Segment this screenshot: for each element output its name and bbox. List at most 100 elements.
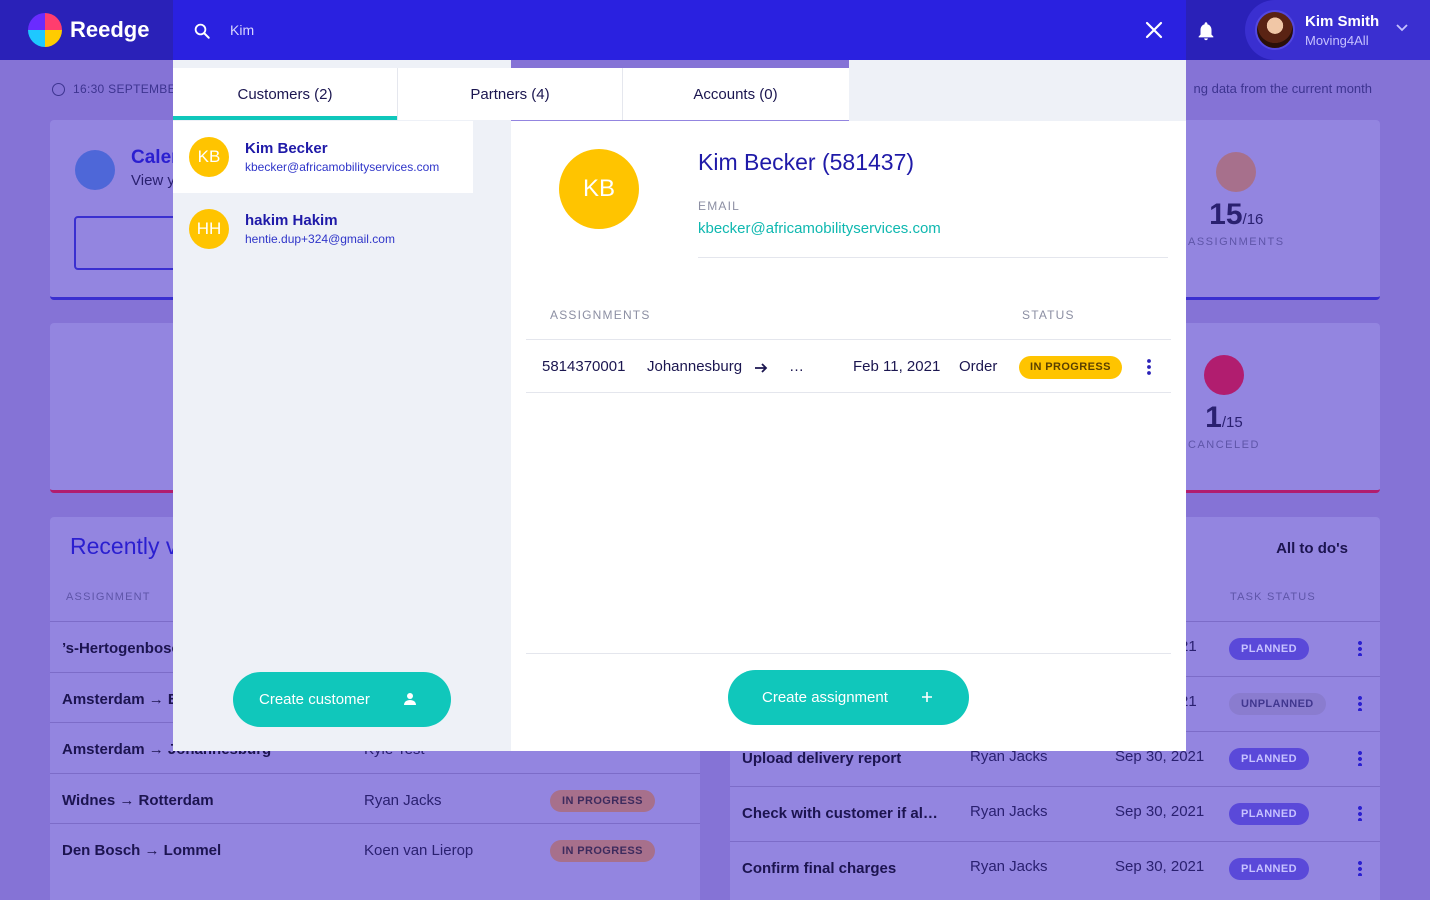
status-badge: PLANNED	[1229, 858, 1309, 880]
calendar-subtitle: View y	[131, 172, 175, 189]
close-icon[interactable]	[1144, 20, 1164, 40]
partner: Ryan Jacks	[364, 792, 442, 809]
task-name: Upload delivery report	[742, 750, 902, 767]
task-name: Check with customer if al…	[742, 805, 938, 822]
email-label: EMAIL	[698, 199, 741, 213]
status-badge: IN PROGRESS	[550, 840, 655, 862]
search-tabs: Customers (2) Partners (4) Accounts (0)	[173, 68, 849, 120]
person-icon	[404, 693, 416, 705]
more-options-icon[interactable]	[1146, 358, 1152, 376]
status-badge: IN PROGRESS	[550, 790, 655, 812]
plus-icon	[922, 692, 932, 702]
tab-partners[interactable]: Partners (4)	[398, 68, 623, 120]
calendar-icon	[75, 150, 115, 190]
search-result-item[interactable]: KB Kim Becker kbecker@africamobilityserv…	[173, 121, 473, 193]
status-badge: PLANNED	[1229, 803, 1309, 825]
stat-assignments-value: 15	[1209, 198, 1243, 231]
due-date: Sep 30, 2021	[1115, 803, 1205, 820]
status-badge: PLANNED	[1229, 638, 1309, 660]
stat-assignments[interactable]: 15/16 ASSIGNMENTS	[1188, 152, 1285, 248]
app-name: Reedge	[70, 17, 150, 42]
detail-customer-name: Kim Becker (581437)	[698, 149, 915, 175]
tab-bar-filler	[849, 60, 1186, 121]
detail-avatar: KB	[559, 149, 639, 229]
clock-icon	[52, 82, 65, 96]
logo-mark-icon	[28, 13, 62, 47]
calendar-title: Caler	[131, 147, 179, 168]
task-owner: Ryan Jacks	[970, 858, 1048, 875]
divider	[526, 339, 1171, 340]
status-badge: IN PROGRESS	[1019, 356, 1122, 379]
divider	[698, 257, 1168, 258]
stat-canceled-total: 15	[1226, 414, 1243, 431]
column-header-assignment: ASSIGNMENT	[66, 591, 151, 603]
detail-email-link[interactable]: kbecker@africamobilityservices.com	[698, 220, 941, 237]
table-row[interactable]: Den Bosch → Lommel Koen van Lierop IN PR…	[50, 823, 700, 878]
user-organization: Moving4All	[1305, 32, 1369, 48]
table-row[interactable]: Widnes → Rotterdam Ryan Jacks IN PROGRES…	[50, 773, 700, 828]
search-icon	[194, 23, 210, 39]
canceled-icon	[1203, 355, 1244, 395]
tab-customers[interactable]: Customers (2)	[173, 68, 398, 120]
assignment-date: Feb 11, 2021	[853, 358, 941, 375]
column-header-task-status: TASK STATUS	[1230, 591, 1316, 603]
user-avatar	[1255, 10, 1295, 50]
due-date: Sep 30, 2021	[1115, 858, 1205, 875]
status-badge: UNPLANNED	[1229, 693, 1326, 715]
customer-avatar: HH	[189, 209, 229, 249]
month-note: ng data from the current month	[1193, 81, 1372, 96]
partner: Koen van Lierop	[364, 842, 474, 859]
task-name: Confirm final charges	[742, 860, 897, 877]
divider	[526, 392, 1171, 393]
create-customer-button[interactable]: Create customer	[233, 672, 451, 727]
chevron-down-icon[interactable]	[1396, 24, 1408, 32]
timestamp-text: 16:30 SEPTEMBER	[73, 82, 185, 96]
user-menu[interactable]: Kim Smith Moving4All	[1245, 0, 1430, 60]
assignment-id: 5814370001	[542, 358, 626, 375]
customer-avatar: KB	[189, 137, 229, 177]
last-updated-timestamp: 16:30 SEPTEMBER	[52, 82, 185, 96]
status-badge: PLANNED	[1229, 748, 1309, 770]
customer-email: kbecker@africamobilityservices.com	[245, 160, 440, 174]
divider	[526, 653, 1171, 654]
stat-assignments-total: 16	[1246, 211, 1264, 228]
route: Amsterdam → Br	[62, 691, 185, 708]
global-search-bar	[173, 0, 1186, 60]
assignment-from: Johannesburg	[647, 358, 743, 375]
route: ’s-Hertogenbosc	[62, 640, 180, 657]
create-customer-label: Create customer	[259, 691, 370, 708]
customer-email: hentie.dup+324@gmail.com	[245, 232, 395, 246]
create-assignment-label: Create assignment	[762, 689, 888, 706]
more-options-icon[interactable]	[1358, 805, 1362, 821]
stat-assignments-label: ASSIGNMENTS	[1188, 236, 1285, 248]
task-owner: Ryan Jacks	[970, 803, 1048, 820]
user-name: Kim Smith	[1305, 12, 1380, 30]
route: Widnes → Rotterdam	[62, 792, 214, 809]
more-options-icon[interactable]	[1358, 695, 1362, 711]
all-todos-link[interactable]: All to do's	[1276, 540, 1348, 557]
assignment-to: …	[789, 358, 804, 375]
paperclip-icon	[1216, 152, 1257, 192]
app-logo[interactable]: Reedge	[28, 13, 149, 47]
table-row[interactable]: Check with customer if al… Ryan Jacks Se…	[730, 786, 1380, 841]
column-header-assignments: ASSIGNMENTS	[550, 308, 651, 322]
arrow-right-icon	[755, 363, 768, 373]
more-options-icon[interactable]	[1358, 640, 1362, 656]
search-input[interactable]	[230, 18, 1130, 42]
assignment-type: Order	[959, 358, 998, 375]
create-assignment-button[interactable]: Create assignment	[728, 670, 969, 725]
customer-name: hakim Hakim	[245, 212, 338, 229]
customer-name: Kim Becker	[245, 140, 328, 157]
route: Den Bosch → Lommel	[62, 842, 222, 859]
stat-canceled-value: 1	[1205, 401, 1222, 434]
stat-canceled-label: CANCELED	[1188, 439, 1260, 451]
more-options-icon[interactable]	[1358, 860, 1362, 876]
more-options-icon[interactable]	[1358, 750, 1362, 766]
recently-viewed-title: Recently v	[70, 533, 178, 559]
tab-accounts[interactable]: Accounts (0)	[623, 68, 848, 120]
search-result-item[interactable]: HH hakim Hakim hentie.dup+324@gmail.com	[173, 193, 473, 265]
column-header-status: STATUS	[1022, 308, 1075, 322]
stat-canceled[interactable]: 1/15 CANCELED	[1188, 355, 1260, 451]
bell-icon[interactable]	[1195, 20, 1217, 42]
table-row[interactable]: Confirm final charges Ryan Jacks Sep 30,…	[730, 841, 1380, 896]
